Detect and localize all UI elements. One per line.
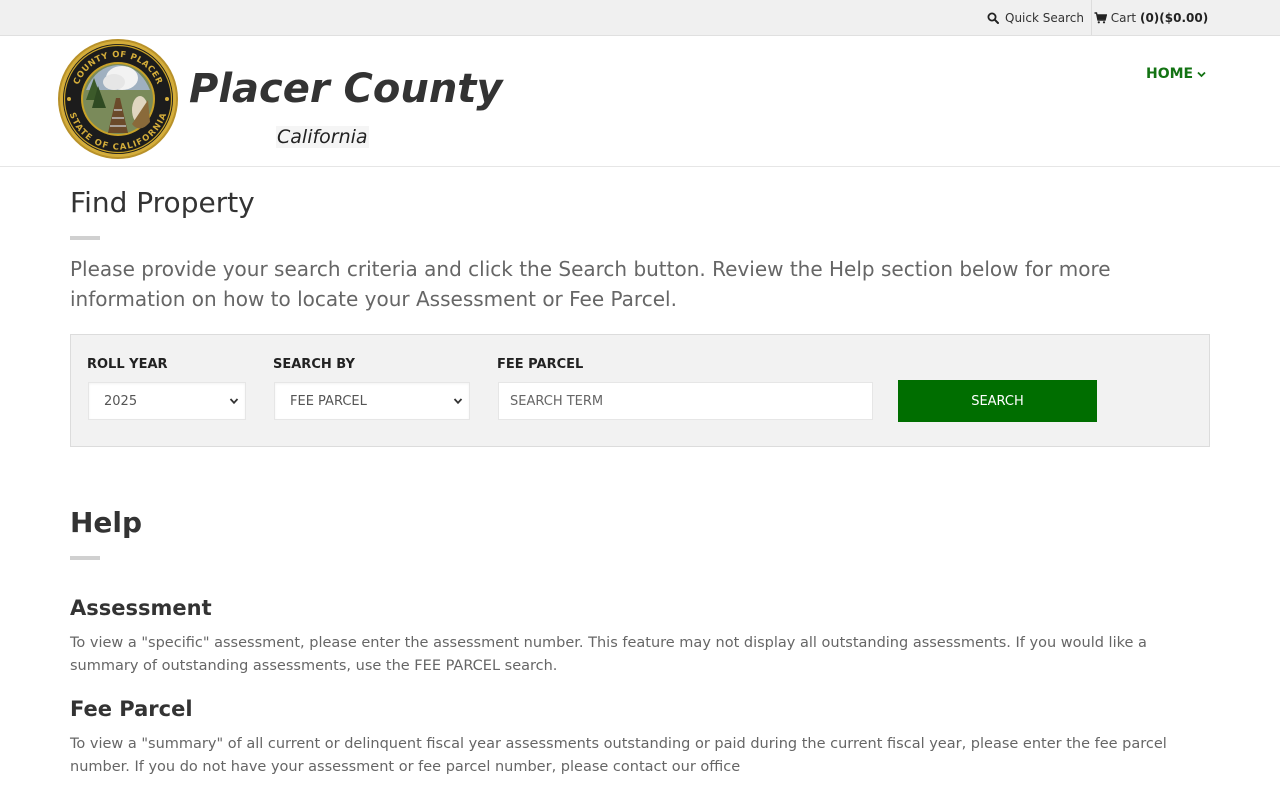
help-heading-assessment: Assessment xyxy=(70,596,212,620)
cart-summary: (0)($0.00) xyxy=(1139,10,1209,25)
quick-search-link[interactable]: Quick Search xyxy=(980,0,1092,35)
quick-search-label: Quick Search xyxy=(1005,10,1084,25)
roll-year-label: ROLL YEAR xyxy=(87,357,168,372)
search-icon xyxy=(987,12,999,24)
cart-link[interactable]: Cart (0)($0.00) xyxy=(1092,0,1210,35)
site-header: COUNTY OF PLACER STATE OF CALIFORNIA Pla… xyxy=(0,36,1280,167)
top-utility-bar: Quick Search Cart (0)($0.00) xyxy=(0,0,1280,36)
chevron-down-icon xyxy=(453,398,463,405)
page-title: Find Property xyxy=(70,186,255,219)
intro-text: Please provide your search criteria and … xyxy=(70,257,1111,311)
help-title: Help xyxy=(70,506,143,539)
nav-home-menu[interactable]: HOME xyxy=(1146,66,1206,82)
brand-subtitle: California xyxy=(276,126,369,148)
roll-year-value: 2025 xyxy=(104,393,138,409)
county-seal-logo[interactable]: COUNTY OF PLACER STATE OF CALIFORNIA xyxy=(56,38,180,160)
chevron-down-icon xyxy=(1197,71,1206,77)
help-text-fee-parcel: To view a "summary" of all current or de… xyxy=(70,736,1167,775)
nav-home-label: HOME xyxy=(1146,66,1194,82)
shopping-cart-icon xyxy=(1094,11,1107,23)
help-divider xyxy=(70,556,100,560)
chevron-down-icon xyxy=(229,398,239,405)
search-by-value: FEE PARCEL xyxy=(290,393,367,409)
search-by-select[interactable]: FEE PARCEL xyxy=(274,382,470,420)
search-button[interactable]: SEARCH xyxy=(898,380,1097,422)
help-heading-fee-parcel: Fee Parcel xyxy=(70,697,193,721)
roll-year-select[interactable]: 2025 xyxy=(88,382,246,420)
cart-label: Cart xyxy=(1110,10,1137,25)
search-term-input[interactable] xyxy=(498,382,873,420)
help-text-assessment: To view a "specific" assessment, please … xyxy=(70,635,1147,674)
search-by-label: SEARCH BY xyxy=(273,357,355,372)
search-term-label: FEE PARCEL xyxy=(497,357,584,372)
brand-title[interactable]: Placer County xyxy=(189,66,503,112)
title-divider xyxy=(70,236,100,240)
search-panel: ROLL YEAR 2025 SEARCH BY FEE PARCEL FEE … xyxy=(70,334,1210,447)
